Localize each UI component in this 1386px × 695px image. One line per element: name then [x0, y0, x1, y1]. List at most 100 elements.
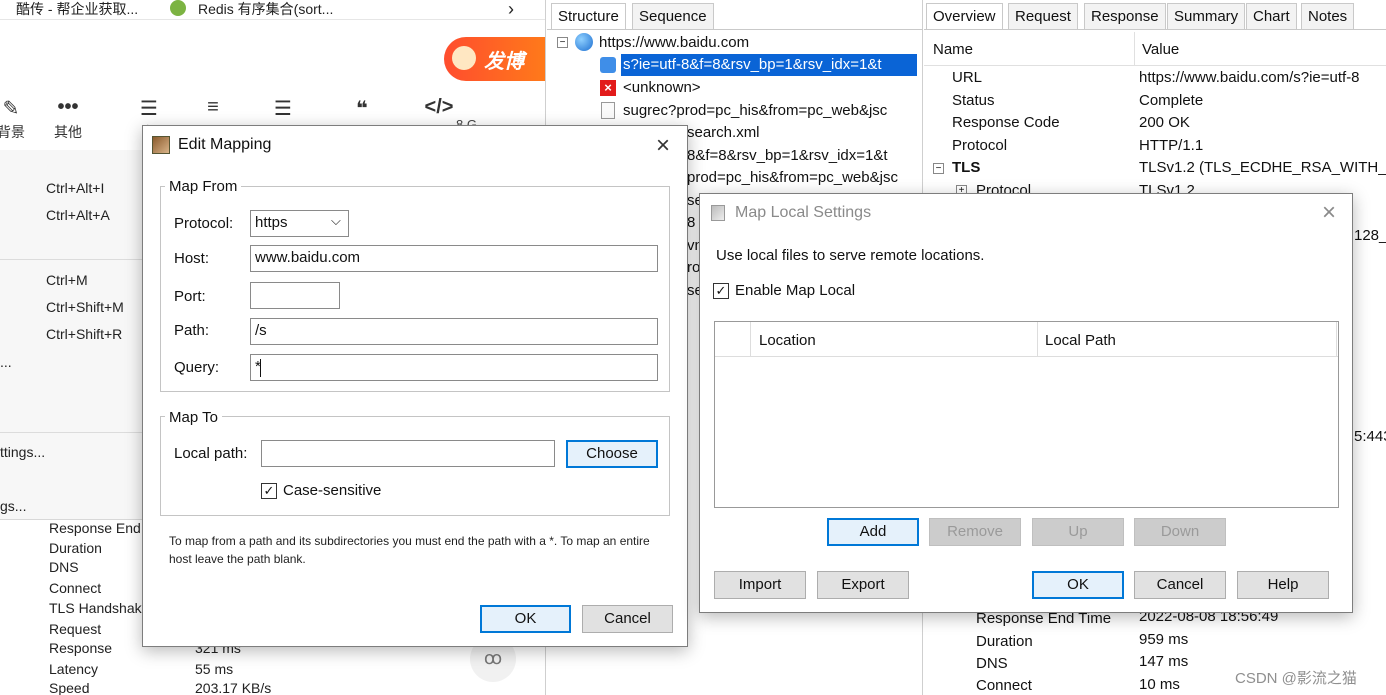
export-button[interactable]: Export — [817, 571, 909, 599]
overview-fragment: 128_C — [1354, 227, 1386, 244]
tree-label: 8&f=8&rsv_bp=1&rsv_idx=1&t — [687, 147, 888, 164]
tree-item-selected[interactable]: s?ie=utf-8&f=8&rsv_bp=1&rsv_idx=1&t — [621, 54, 917, 76]
close-icon[interactable]: × — [1322, 201, 1336, 225]
tab-sequence[interactable]: Sequence — [632, 3, 714, 30]
column-divider — [1037, 322, 1038, 357]
overview-row-name: Status — [952, 92, 995, 109]
menu-item[interactable]: Ctrl+Shift+M — [0, 295, 140, 322]
close-icon[interactable]: × — [656, 134, 670, 158]
menu-shortcut: Ctrl+Shift+M — [46, 299, 124, 315]
menu-item-settings-2[interactable]: gs... — [0, 494, 140, 521]
path-input[interactable]: /s — [250, 318, 658, 345]
map-from-label: Map From — [165, 178, 242, 195]
timing-name: DNS — [976, 655, 1008, 672]
menu-item[interactable]: Ctrl+Alt+I — [0, 176, 140, 203]
menu-item[interactable]: Ctrl+Alt+A — [0, 203, 140, 230]
tab-request[interactable]: Request — [1008, 3, 1078, 30]
overview-row-value[interactable]: https://www.baidu.com/s?ie=utf-8 — [1139, 69, 1360, 86]
overview-row-value[interactable]: Complete — [1139, 92, 1203, 109]
globe-icon — [575, 33, 593, 51]
collapse-icon[interactable]: − — [557, 37, 568, 48]
up-button[interactable]: Up — [1032, 518, 1124, 546]
toolbar-label: 其他 — [54, 124, 82, 140]
remove-button[interactable]: Remove — [929, 518, 1021, 546]
dialog-titlebar[interactable]: Edit Mapping × — [143, 126, 687, 162]
chevron-right-icon[interactable]: › — [508, 0, 514, 20]
import-button[interactable]: Import — [714, 571, 806, 599]
down-button[interactable]: Down — [1134, 518, 1226, 546]
toolbar-align-button[interactable]: ☰ — [258, 96, 308, 122]
tree-label: https://www.baidu.com — [599, 34, 750, 51]
query-input[interactable]: * — [250, 354, 658, 381]
enable-map-local-label: Enable Map Local — [735, 282, 856, 299]
menu-shortcut: Ctrl+Alt+I — [46, 180, 105, 196]
menu-item[interactable]: ... — [0, 350, 140, 377]
column-header-name[interactable]: Name — [933, 41, 973, 58]
tree-label: <unknown> — [623, 79, 701, 96]
tab-summary[interactable]: Summary — [1167, 3, 1246, 30]
toolbar-background-button[interactable]: ✎ 背景 — [0, 96, 36, 142]
tab-response[interactable]: Response — [1084, 3, 1166, 30]
help-button[interactable]: Help — [1237, 571, 1329, 599]
timing-name: Speed — [49, 680, 90, 695]
tab-divider — [924, 29, 1386, 30]
toolbar-label: 背景 — [0, 124, 25, 140]
menu-shortcut: Ctrl+Shift+R — [46, 326, 123, 342]
query-label: Query: — [174, 359, 220, 376]
cancel-button[interactable]: Cancel — [1134, 571, 1226, 599]
choose-button[interactable]: Choose — [566, 440, 658, 468]
timing-value[interactable]: 959 ms — [1139, 631, 1188, 648]
menu-label: ... — [0, 354, 12, 370]
hint-text: To map from a path and its subdirectorie… — [169, 534, 650, 566]
browser-tab-2[interactable]: Redis 有序集合(sort... — [198, 0, 333, 19]
map-to-label: Map To — [165, 409, 222, 426]
list-icon: ☰ — [140, 98, 158, 120]
csdn-watermark: CSDN @影流之猫 — [1235, 670, 1357, 687]
local-path-input[interactable] — [261, 440, 555, 467]
timing-value: 55 ms — [195, 661, 234, 677]
overview-row-name: Protocol — [952, 137, 1008, 154]
timing-name: Request — [49, 621, 102, 637]
column-header-local-path[interactable]: Local Path — [1045, 332, 1116, 349]
column-header-location[interactable]: Location — [759, 332, 816, 349]
tree-label: prod=pc_his&from=pc_web&jsc — [687, 169, 898, 186]
tab-chart[interactable]: Chart — [1246, 3, 1297, 30]
tab-structure[interactable]: Structure — [551, 3, 626, 30]
collapse-icon[interactable]: − — [933, 163, 944, 174]
tab-overview[interactable]: Overview — [926, 3, 1003, 30]
ok-button[interactable]: OK — [480, 605, 571, 633]
cancel-button[interactable]: Cancel — [582, 605, 673, 633]
overview-row-value[interactable]: TLSv1.2 (TLS_ECDHE_RSA_WITH_A — [1139, 159, 1386, 176]
add-button[interactable]: Add — [827, 518, 919, 546]
menu-item[interactable]: Ctrl+M — [0, 268, 140, 295]
host-input[interactable]: www.baidu.com — [250, 245, 658, 272]
port-input[interactable] — [250, 282, 340, 309]
timing-name: TLS Handshake — [49, 600, 150, 616]
overview-row-name: TLS — [952, 159, 981, 176]
case-sensitive-label: Case-sensitive — [283, 482, 382, 499]
timing-name: DNS — [49, 559, 79, 575]
file-icon — [601, 102, 615, 119]
toolbar-ordered-list-button[interactable]: ≡ — [188, 96, 238, 122]
case-sensitive-checkbox[interactable]: ✓ — [261, 483, 277, 499]
overview-row-value[interactable]: 200 OK — [1139, 114, 1190, 131]
timing-value[interactable]: 147 ms — [1139, 653, 1188, 670]
map-local-dialog: Map Local Settings × Use local files to … — [699, 193, 1353, 613]
toolbar-quote-button[interactable]: ❝ — [337, 96, 387, 122]
menu-item-settings[interactable]: ttings... — [0, 440, 140, 467]
browser-tab-1[interactable]: 酷传 - 帮企业获取... — [16, 0, 138, 19]
protocol-select[interactable]: https ⌵ — [250, 210, 349, 237]
dialog-title: Edit Mapping — [178, 136, 272, 153]
enable-map-local-checkbox[interactable]: ✓ — [713, 283, 729, 299]
toolbar-more-button[interactable]: ••• 其他 — [43, 96, 93, 142]
column-header-value[interactable]: Value — [1142, 41, 1179, 58]
menu-item[interactable]: Ctrl+Shift+R — [0, 322, 140, 349]
tab-notes[interactable]: Notes — [1301, 3, 1355, 30]
ok-button[interactable]: OK — [1032, 571, 1124, 599]
overview-row-value[interactable]: HTTP/1.1 — [1139, 137, 1203, 154]
timing-value[interactable]: 10 ms — [1139, 676, 1180, 693]
request-icon — [600, 57, 616, 73]
dialog-titlebar[interactable]: Map Local Settings × — [700, 194, 1352, 230]
local-path-label: Local path: — [174, 445, 248, 462]
tree-label: 8 — [687, 214, 696, 231]
